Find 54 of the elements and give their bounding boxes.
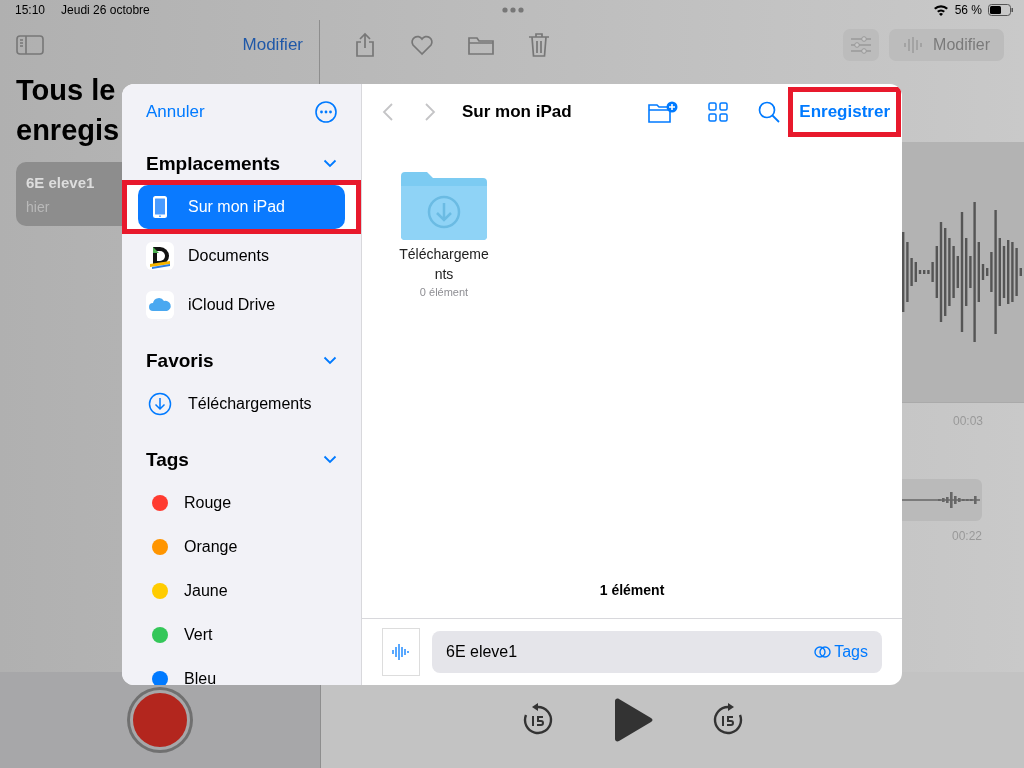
tag-item[interactable]: Rouge [138,481,345,525]
folder-item[interactable]: Téléchargements 0 élément [394,172,494,582]
tag-label: Jaune [184,582,228,600]
tag-label: Bleu [184,670,217,685]
location-item[interactable]: Documents [138,234,345,278]
more-icon[interactable] [315,101,337,123]
tag-label: Rouge [184,494,232,512]
tag-item[interactable]: Orange [138,525,345,569]
chevron-icon[interactable] [323,356,337,365]
record-button[interactable] [130,690,190,750]
location-item[interactable]: iCloud Drive [138,283,345,327]
heart-icon[interactable] [410,34,434,56]
page-title: Tous le [16,73,116,108]
download-icon [146,392,174,416]
sliders-icon [849,35,874,55]
status-date: Jeudi 26 octobre [61,3,150,17]
location-item[interactable]: Sur mon iPad [138,185,345,229]
section-title: Emplacements [146,152,281,175]
item-count: 1 élément [598,582,666,600]
tags-icon [814,645,833,659]
search-icon[interactable] [758,101,781,123]
section-title: Favoris [146,349,214,372]
app-icon [146,242,174,270]
file-name-field[interactable]: 6E eleve1 Tags [432,631,882,673]
folder-icon [401,172,487,240]
share-icon[interactable] [354,32,376,58]
chevron-icon[interactable] [323,455,337,464]
chevron-icon[interactable] [323,159,337,168]
trash-icon[interactable] [528,32,550,58]
tag-label: Orange [184,538,238,556]
sliders-button[interactable] [843,29,880,61]
sidebar-icon[interactable] [16,35,44,55]
page-title: enregis [16,113,120,148]
recording-name: 6E eleve1 [26,174,96,191]
location-title: Sur mon iPad [462,102,572,122]
wifi-icon [932,4,949,16]
cancel-button[interactable]: Annuler [146,102,205,122]
cloud-icon [146,291,174,319]
tag-label: Vert [184,626,213,644]
tag-item[interactable]: Bleu [138,657,345,685]
status-time: 15:10 [15,3,46,17]
waveform-icon [391,642,411,662]
multitask-icon[interactable] [502,7,524,13]
battery-icon [988,4,1014,16]
battery-level: 56 % [954,3,982,17]
folder-icon[interactable] [468,35,494,55]
tag-item[interactable]: Jaune [138,569,345,613]
location-item[interactable]: Téléchargements [138,382,345,426]
new-folder-icon[interactable] [648,101,679,123]
section-title: Tags [146,448,189,471]
save-button[interactable]: Enregistrer [793,92,896,132]
tag-item[interactable]: Vert [138,613,345,657]
play-icon[interactable] [612,698,653,742]
grid-icon[interactable] [708,102,729,122]
